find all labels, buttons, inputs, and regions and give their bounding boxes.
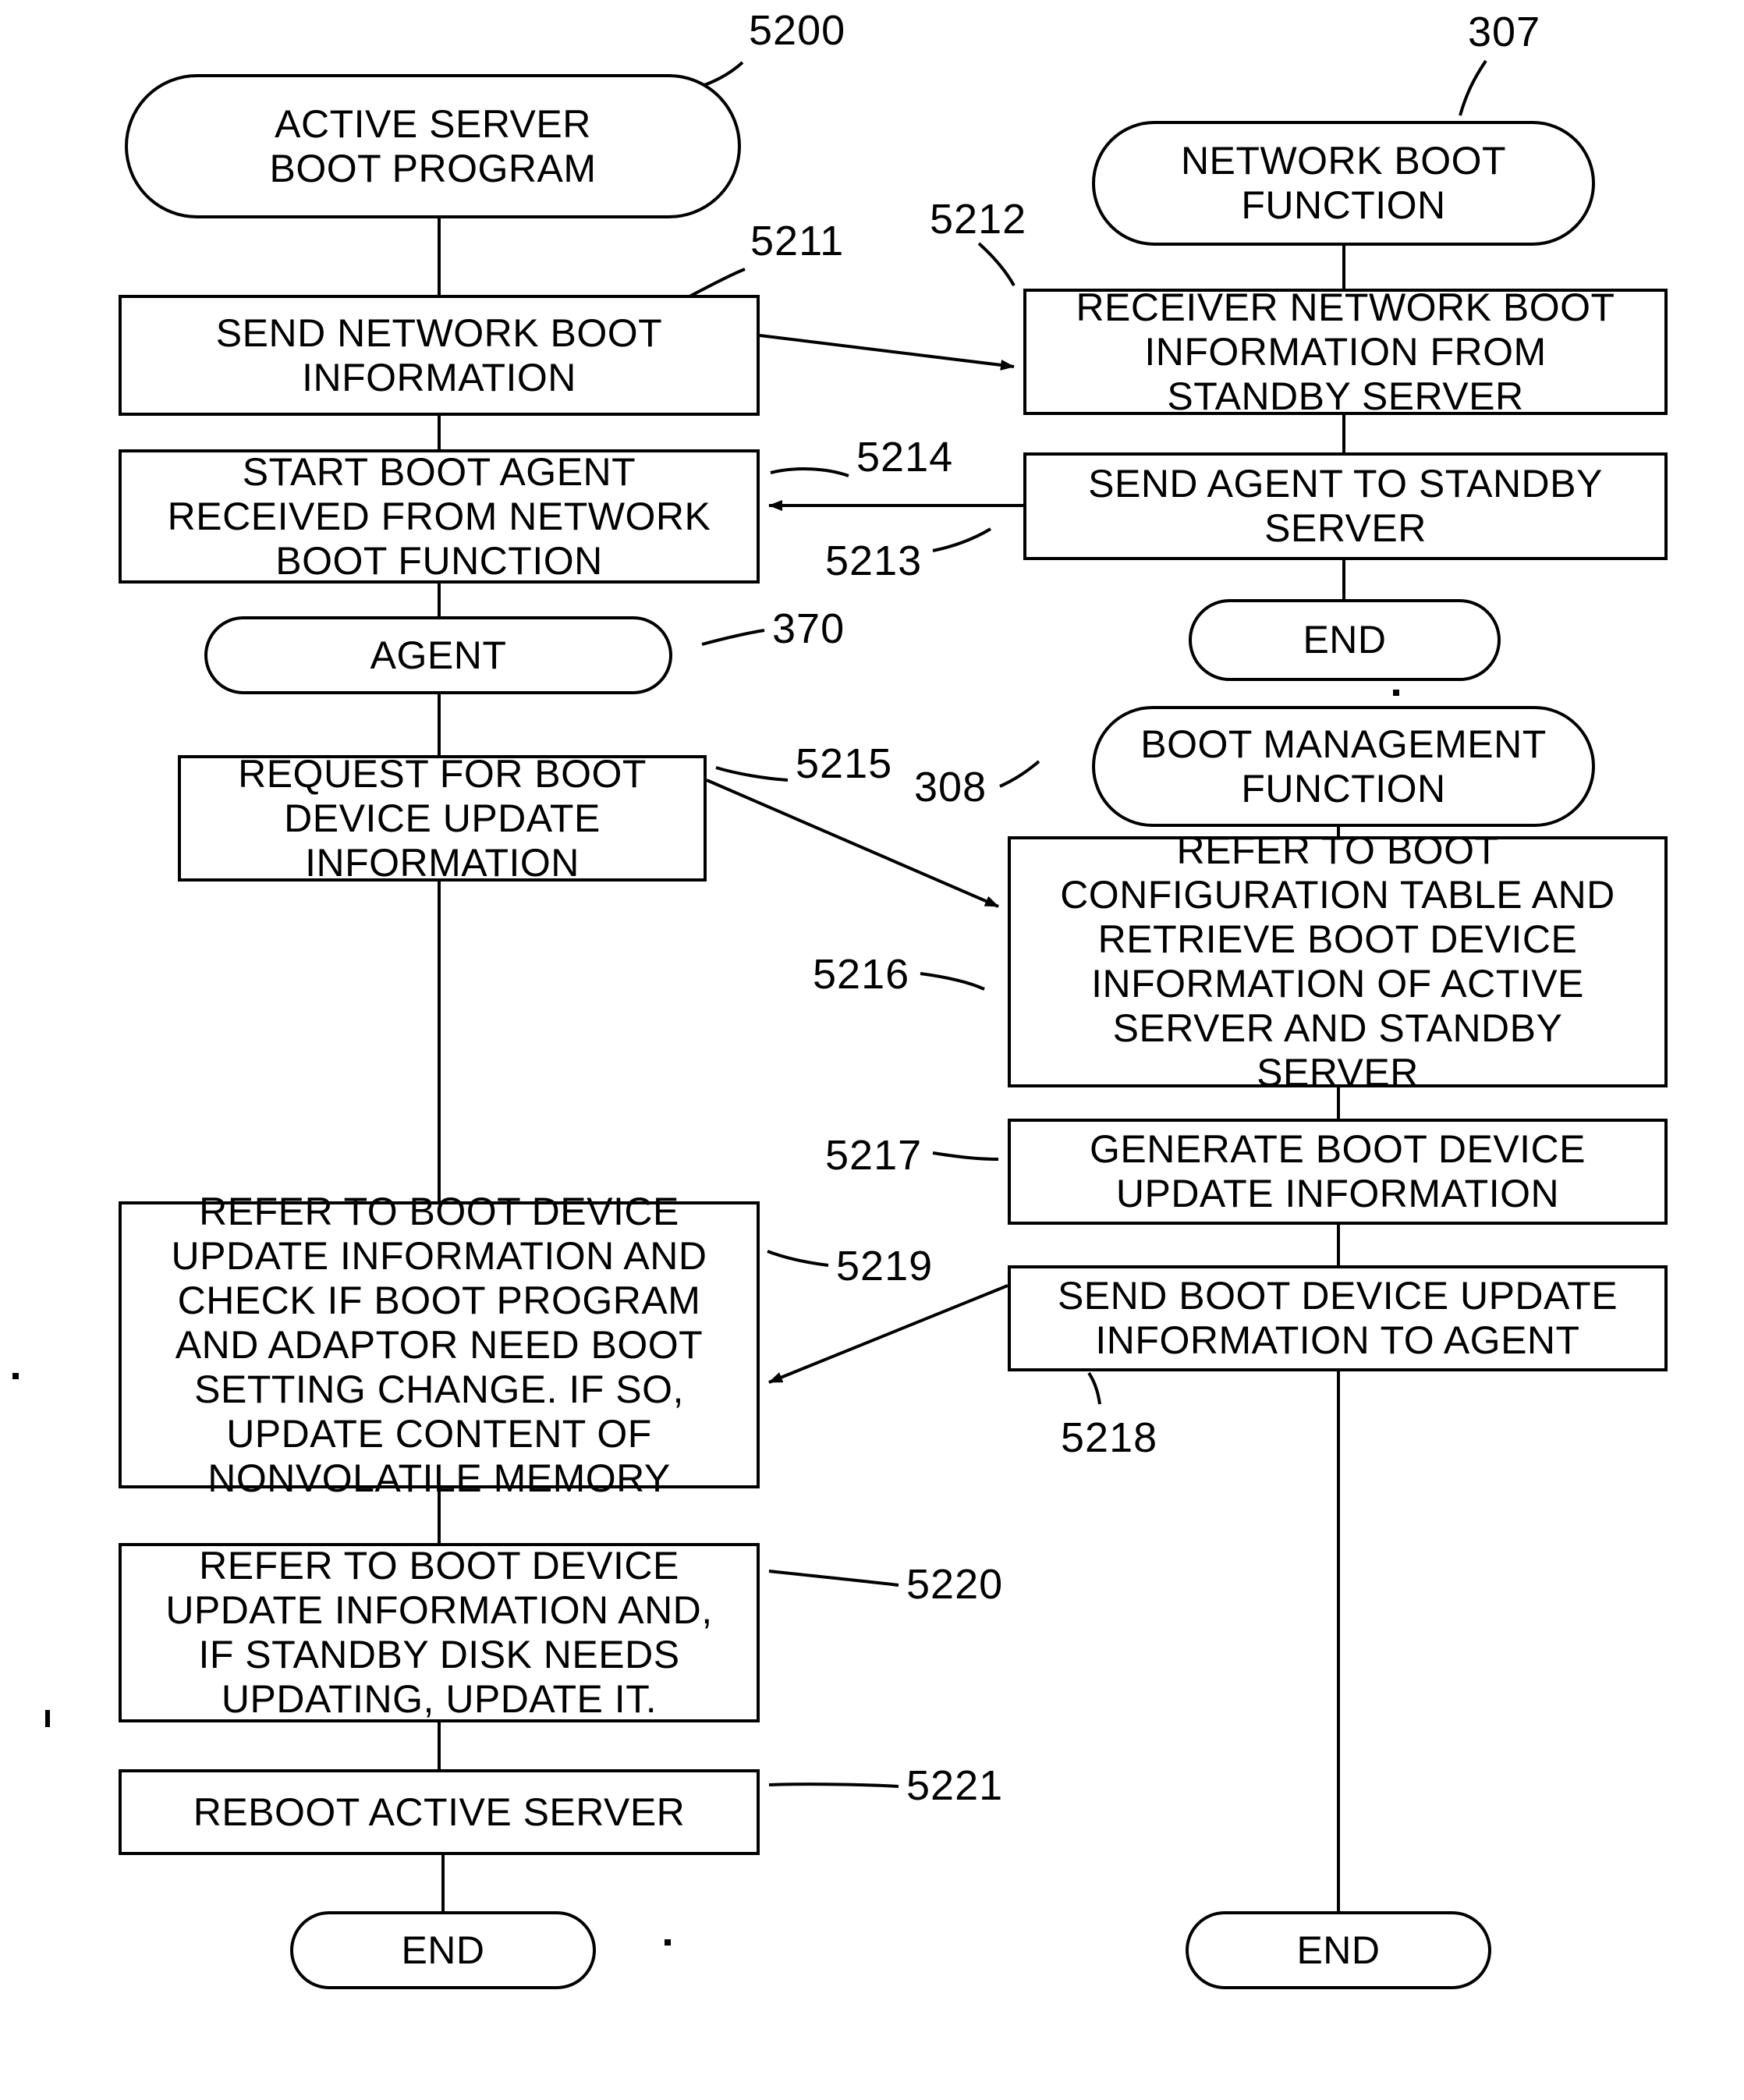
speck-2 (12, 1373, 19, 1379)
connector-arrow-5218-5219 (768, 1284, 1008, 1384)
connector-arrow-5211-5212 (759, 334, 1015, 371)
node-request-for-boot-device-update-information[interactable]: REQUEST FOR BOOT DEVICE UPDATE INFORMATI… (178, 752, 707, 885)
leader-5219 (767, 1250, 829, 1267)
ref-label-5215: 5215 (796, 740, 893, 787)
node-send-boot-device-update-information-to-agent[interactable]: SEND BOOT DEVICE UPDATE INFORMATION TO A… (1008, 1265, 1668, 1371)
node-start-boot-agent[interactable]: START BOOT AGENT RECEIVED FROM NETWORK B… (119, 449, 760, 584)
speck-3 (45, 1710, 50, 1727)
node-receiver-network-boot-information[interactable]: RECEIVER NETWORK BOOT INFORMATION FROM S… (1023, 286, 1668, 418)
leader-5214 (770, 467, 849, 477)
node-end-boot-management[interactable]: END (1186, 1911, 1491, 1989)
ref-label-308: 308 (914, 764, 987, 811)
leader-5217 (932, 1151, 999, 1161)
node-end-active-server[interactable]: END (290, 1911, 596, 1989)
ref-label-5214: 5214 (856, 434, 954, 481)
leader-5215 (715, 766, 789, 782)
speck-1 (1393, 690, 1399, 696)
speck-5 (665, 1939, 671, 1946)
leader-5211 (686, 268, 746, 300)
ref-label-370: 370 (772, 605, 845, 652)
node-boot-management-function[interactable]: BOOT MANAGEMENT FUNCTION (1092, 706, 1595, 827)
ref-label-5216: 5216 (813, 951, 910, 998)
ref-label-5213: 5213 (825, 537, 923, 584)
ref-label-307: 307 (1468, 9, 1541, 55)
leader-5221 (768, 1783, 899, 1788)
node-refer-to-boot-configuration-table[interactable]: REFER TO BOOT CONFIGURATION TABLE AND RE… (1008, 828, 1668, 1094)
ref-label-5200: 5200 (749, 7, 846, 54)
node-send-network-boot-information[interactable]: SEND NETWORK BOOT INFORMATION (119, 295, 760, 416)
node-active-server-boot-program[interactable]: ACTIVE SERVER BOOT PROGRAM (125, 74, 741, 218)
leader-5213 (932, 527, 992, 552)
flowchart-canvas: ACTIVE SERVER BOOT PROGRAM NETWORK BOOT … (0, 0, 1744, 2100)
node-network-boot-function[interactable]: NETWORK BOOT FUNCTION (1092, 121, 1595, 246)
node-generate-boot-device-update-information[interactable]: GENERATE BOOT DEVICE UPDATE INFORMATION (1008, 1119, 1668, 1225)
node-reboot-active-server[interactable]: REBOOT ACTIVE SERVER (119, 1769, 760, 1855)
leader-5220 (768, 1570, 899, 1587)
leader-5212 (977, 242, 1016, 286)
leader-370 (701, 629, 765, 646)
node-refer-to-boot-device-update-information-check[interactable]: REFER TO BOOT DEVICE UPDATE INFORMATION … (119, 1190, 760, 1500)
node-send-agent-to-standby-server[interactable]: SEND AGENT TO STANDBY SERVER (1023, 452, 1668, 560)
ref-label-5218: 5218 (1061, 1414, 1158, 1461)
leader-307 (1459, 59, 1487, 116)
node-refer-to-boot-device-update-standby-disk[interactable]: REFER TO BOOT DEVICE UPDATE INFORMATION … (119, 1543, 760, 1722)
ref-label-5212: 5212 (930, 196, 1027, 243)
ref-label-5220: 5220 (906, 1561, 1004, 1608)
ref-label-5217: 5217 (825, 1132, 923, 1179)
node-end-network-boot[interactable]: END (1189, 599, 1501, 681)
leader-308 (999, 760, 1040, 788)
node-agent[interactable]: AGENT (204, 616, 672, 694)
ref-label-5219: 5219 (836, 1243, 934, 1289)
leader-5218 (1087, 1371, 1101, 1405)
ref-label-5211: 5211 (750, 218, 845, 264)
leader-5216 (920, 972, 985, 991)
ref-label-5221: 5221 (906, 1762, 1004, 1809)
